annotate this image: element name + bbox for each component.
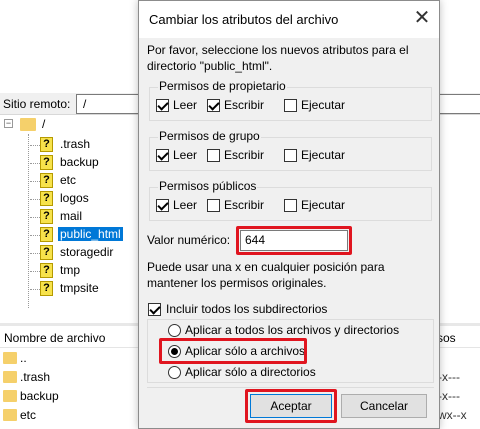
tree-item[interactable]: ? tmp <box>30 262 140 280</box>
tree-item[interactable]: ? backup <box>30 154 140 172</box>
unknown-folder-icon: ? <box>40 281 53 296</box>
checkbox-label[interactable]: Leer <box>173 148 197 162</box>
dialog-titlebar: Cambiar los atributos del archivo ✕ <box>139 1 439 38</box>
checkbox-label[interactable]: Escribir <box>224 98 264 112</box>
tree-item-label[interactable]: logos <box>58 191 91 205</box>
tree-item-label[interactable]: storagedir <box>58 245 115 259</box>
close-icon[interactable]: ✕ <box>409 6 435 32</box>
unknown-folder-icon: ? <box>40 263 53 278</box>
tree-connector <box>30 199 40 200</box>
tree-connector <box>30 289 40 290</box>
radio-label[interactable]: Aplicar a todos los archivos y directori… <box>185 323 399 337</box>
collapse-toggle-icon[interactable]: − <box>4 119 13 128</box>
folder-icon <box>20 118 36 131</box>
group-write-checkbox[interactable] <box>207 149 220 162</box>
apply-all-radio[interactable] <box>168 324 181 337</box>
unknown-folder-icon: ? <box>40 227 53 242</box>
checkbox-label[interactable]: Ejecutar <box>301 148 345 162</box>
file-perms: wx--x <box>438 408 467 422</box>
tree-item-label[interactable]: .trash <box>58 137 92 151</box>
numeric-value-label: Valor numérico: <box>147 233 231 247</box>
owner-execute-checkbox[interactable] <box>284 99 297 112</box>
accept-button[interactable]: Aceptar <box>250 394 332 418</box>
tree-item-label[interactable]: public_html <box>58 227 123 241</box>
tree-item-label[interactable]: etc <box>58 173 78 187</box>
tree-item[interactable]: ? logos <box>30 190 140 208</box>
recurse-subdirectories-checkbox[interactable] <box>148 303 161 316</box>
file-attributes-dialog: Cambiar los atributos del archivo ✕ Por … <box>138 0 440 429</box>
tree-item-label[interactable]: tmpsite <box>58 281 101 295</box>
group-read-checkbox[interactable] <box>156 149 169 162</box>
tree-item-selected[interactable]: ? public_html <box>30 226 140 244</box>
public-permissions-group: Permisos públicos Leer Escribir Ejecutar <box>149 179 432 221</box>
file-name: etc <box>20 408 37 422</box>
public-read-checkbox[interactable] <box>156 199 169 212</box>
group-title: Permisos de propietario <box>158 79 287 93</box>
column-header-filename[interactable]: Nombre de archivo <box>4 331 105 345</box>
owner-permissions-group: Permisos de propietario Leer Escribir Ej… <box>149 79 432 121</box>
remote-site-label: Sitio remoto: <box>3 97 71 111</box>
checkbox-label[interactable]: Leer <box>173 198 197 212</box>
tree-item-label[interactable]: mail <box>58 209 84 223</box>
checkbox-label[interactable]: Escribir <box>224 198 264 212</box>
tree-connector <box>30 271 40 272</box>
checkbox-label[interactable]: Escribir <box>224 148 264 162</box>
tree-connector <box>30 217 40 218</box>
folder-icon <box>3 409 17 421</box>
tree-connector <box>30 235 40 236</box>
remote-directory-tree: − / ? .trash ? backup ? etc ? logos ? mail ? p… <box>0 116 140 321</box>
public-write-checkbox[interactable] <box>207 199 220 212</box>
file-perms: -x--- <box>438 370 460 384</box>
group-execute-checkbox[interactable] <box>284 149 297 162</box>
folder-icon <box>3 390 17 402</box>
owner-write-checkbox[interactable] <box>207 99 220 112</box>
tree-item[interactable]: ? mail <box>30 208 140 226</box>
public-execute-checkbox[interactable] <box>284 199 297 212</box>
tree-item[interactable]: ? .trash <box>30 136 140 154</box>
group-title: Permisos públicos <box>158 179 258 193</box>
unknown-folder-icon: ? <box>40 173 53 188</box>
apply-directories-only-radio[interactable] <box>168 366 181 379</box>
dialog-description: Por favor, seleccione los nuevos atribut… <box>147 43 409 73</box>
tree-connector <box>28 134 29 308</box>
checkbox-label[interactable]: Incluir todos los subdirectorios <box>166 302 327 316</box>
checkbox-label[interactable]: Leer <box>173 98 197 112</box>
numeric-value-input[interactable]: 644 <box>240 230 348 251</box>
file-name: backup <box>20 389 59 403</box>
unknown-folder-icon: ? <box>40 155 53 170</box>
file-name: .trash <box>20 370 51 384</box>
folder-icon <box>3 352 17 364</box>
tree-item[interactable]: ? etc <box>30 172 140 190</box>
tree-connector <box>30 181 40 182</box>
radio-label[interactable]: Aplicar sólo a directorios <box>185 365 316 379</box>
unknown-folder-icon: ? <box>40 209 53 224</box>
tree-item-label[interactable]: tmp <box>58 263 82 277</box>
checkbox-label[interactable]: Ejecutar <box>301 198 345 212</box>
separator <box>147 387 434 388</box>
unknown-folder-icon: ? <box>40 245 53 260</box>
folder-icon <box>3 371 17 383</box>
dialog-title: Cambiar los atributos del archivo <box>149 12 339 27</box>
file-perms: -x--- <box>438 389 460 403</box>
cancel-button[interactable]: Cancelar <box>341 394 427 418</box>
checkbox-label[interactable]: Ejecutar <box>301 98 345 112</box>
file-name: .. <box>20 351 27 365</box>
hint-text: Puede usar una x en cualquier posición p… <box>147 260 385 290</box>
group-title: Permisos de grupo <box>158 129 261 143</box>
owner-read-checkbox[interactable] <box>156 99 169 112</box>
tree-item[interactable]: ? storagedir <box>30 244 140 262</box>
tree-connector <box>30 145 40 146</box>
tree-connector <box>30 253 40 254</box>
unknown-folder-icon: ? <box>40 191 53 206</box>
tree-connector <box>30 163 40 164</box>
apply-files-only-radio[interactable] <box>168 345 181 358</box>
unknown-folder-icon: ? <box>40 137 53 152</box>
group-permissions-group: Permisos de grupo Leer Escribir Ejecutar <box>149 129 432 171</box>
tree-root-label[interactable]: / <box>42 117 45 131</box>
tree-item[interactable]: ? tmpsite <box>30 280 140 298</box>
radio-label[interactable]: Aplicar sólo a archivos <box>185 344 305 358</box>
tree-item-label[interactable]: backup <box>58 155 101 169</box>
